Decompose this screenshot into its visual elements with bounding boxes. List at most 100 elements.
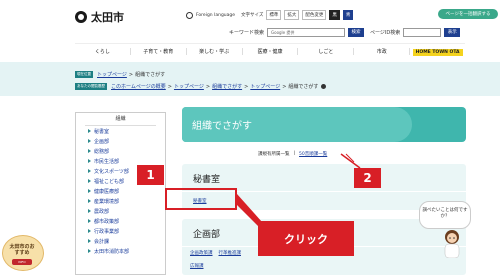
sidebar-list: 秘書室 企画部 総務部 市民生活部 文化スポーツ部 福祉こども部 健康医療部 産… <box>85 125 156 256</box>
arrow-icon <box>88 249 91 253</box>
sidebar-item-gyosei[interactable]: 行政事業部 <box>85 226 156 236</box>
nav-item-shigoto[interactable]: しごと <box>298 48 355 55</box>
page-id-search-label: ページID検索 <box>370 30 401 36</box>
sidebar-item-label: 秘書室 <box>94 128 110 135</box>
arrow-icon <box>88 129 91 133</box>
history-link-top-2[interactable]: トップページ <box>250 83 280 90</box>
arrow-icon <box>88 219 91 223</box>
breadcrumb-separator: > <box>244 83 249 90</box>
kikaku-seisaku-link[interactable]: 企画政策課 <box>190 250 213 256</box>
page-id-search-input[interactable] <box>403 28 442 37</box>
search-row: キーワード検索 Google 提供 検索 ページID検索 表示 <box>229 28 461 37</box>
sidebar-item-label: 行政事業部 <box>94 228 120 235</box>
city-emblem-icon <box>75 11 87 23</box>
sidebar-item-label: 会計課 <box>94 238 110 245</box>
text-size-large-button[interactable]: 拡大 <box>284 10 300 20</box>
chat-helper-avatar-icon[interactable] <box>440 228 464 258</box>
current-location-tag: 現在位置 <box>75 71 93 78</box>
text-size-label: 文字サイズ <box>241 13 264 18</box>
arrow-icon <box>88 159 91 163</box>
nav-item-iryo[interactable]: 医療・健康 <box>243 48 299 55</box>
breadcrumb-separator: > <box>205 83 211 90</box>
arrow-icon <box>88 229 91 233</box>
click-callout: クリック <box>258 221 354 256</box>
site-logo[interactable]: 太田市 <box>75 9 124 25</box>
sidebar-item-kenko[interactable]: 健康医療部 <box>85 186 156 196</box>
history-link-org[interactable]: 組織でさがす <box>212 83 242 90</box>
list-links: 課規有所属一覧 | 50音順課一覧 <box>258 151 327 157</box>
breadcrumb-top-link[interactable]: トップページ <box>97 71 127 78</box>
history-tag: あなたの閲覧履歴 <box>75 83 107 90</box>
sidebar-heading: 組織 <box>115 116 126 122</box>
site-header: 太田市 Foreign language 文字サイズ 標準 拡大 配色変更 黒 … <box>0 0 500 43</box>
sidebar-item-label: 総務部 <box>94 148 110 155</box>
nav-item-kosodate[interactable]: 子育て・教育 <box>131 48 187 55</box>
breadcrumb-area: 現在位置 トップページ > 組織でさがす あなたの閲覧履歴 このホームページの概… <box>0 62 500 96</box>
page-title-banner: 組織でさがす <box>182 107 466 142</box>
logo-text: 太田市 <box>91 11 124 24</box>
page-id-search-button[interactable]: 表示 <box>444 28 461 37</box>
breadcrumb: 現在位置 トップページ > 組織でさがす <box>75 71 165 78</box>
nav-item-tanoshimu[interactable]: 楽しむ・学ぶ <box>187 48 243 55</box>
sidebar-item-nosei[interactable]: 農政部 <box>85 206 156 216</box>
arrow-icon <box>88 209 91 213</box>
list-link-by-code[interactable]: 課規有所属一覧 <box>258 151 290 157</box>
translate-page-button[interactable]: ページを一括翻訳する <box>438 9 498 19</box>
keyword-search-button[interactable]: 検索 <box>348 28 365 37</box>
nav-item-hometown[interactable]: HOME TOWN OTA <box>410 48 465 56</box>
sidebar-item-toshi[interactable]: 都市政策部 <box>85 216 156 226</box>
sidebar-item-hisho[interactable]: 秘書室 <box>85 126 156 136</box>
gyokaku-link[interactable]: 行革推進課 <box>219 250 242 256</box>
sidebar-item-label: 文化スポーツ部 <box>94 168 129 175</box>
sidebar-item-kikaku[interactable]: 企画部 <box>85 136 156 146</box>
color-blue-button[interactable]: 青 <box>342 10 354 20</box>
highlight-box <box>165 188 237 210</box>
breadcrumb-separator: > <box>128 71 134 78</box>
arrow-icon <box>88 179 91 183</box>
nav-item-shisei[interactable]: 市政 <box>354 48 411 55</box>
step-1-badge: 1 <box>137 165 164 185</box>
sidebar-item-label: 健康医療部 <box>94 188 120 195</box>
hometown-badge: HOME TOWN OTA <box>412 48 463 56</box>
step-2-badge: 2 <box>354 168 381 188</box>
chat-helper-bubble[interactable]: 調べたいことは何ですか？ <box>419 201 471 229</box>
arrow-icon <box>88 199 91 203</box>
breadcrumb-current: 組織でさがす <box>135 72 166 78</box>
history-link-top[interactable]: トップページ <box>174 83 204 90</box>
globe-icon <box>186 11 193 19</box>
section-title: 秘書室 <box>193 175 221 185</box>
sidebar-item-shobo[interactable]: 太田市消防本部 <box>85 246 156 256</box>
arrow-icon <box>88 239 91 243</box>
clear-history-icon[interactable] <box>321 84 327 89</box>
text-size-standard-button[interactable]: 標準 <box>266 10 282 20</box>
keyword-search-input[interactable]: Google 提供 <box>267 28 346 37</box>
global-nav: くらし 子育て・教育 楽しむ・学ぶ 医療・健康 しごと 市政 HOME TOWN… <box>75 43 465 59</box>
sidebar-item-label: 太田市消防本部 <box>94 248 130 255</box>
history-current: 組織でさがす <box>288 84 319 90</box>
nav-item-kurashi[interactable]: くらし <box>75 48 131 55</box>
org-sidebar: 組織 秘書室 企画部 総務部 市民生活部 文化スポーツ部 福祉こども部 健康医療… <box>75 112 166 275</box>
utility-bar: Foreign language 文字サイズ 標準 拡大 配色変更 黒 青 ペー… <box>186 9 498 20</box>
koho-link[interactable]: 広報課 <box>190 263 204 269</box>
arrow-icon <box>88 139 91 143</box>
sidebar-item-label: 福祉こども部 <box>94 178 125 185</box>
sidebar-item-sangyo[interactable]: 産業環境部 <box>85 196 156 206</box>
recommend-text: 太田市のおすすめ <box>9 244 35 256</box>
sidebar-item-kaikei[interactable]: 会計課 <box>85 236 156 246</box>
history-breadcrumb: あなたの閲覧履歴 このホームページの概要 > トップページ > 組織でさがす >… <box>75 83 327 90</box>
sidebar-item-somu[interactable]: 総務部 <box>85 146 156 156</box>
section-title: 企画部 <box>193 230 221 240</box>
sidebar-item-label: 農政部 <box>94 208 110 215</box>
history-link-overview[interactable]: このホームページの概要 <box>111 83 166 90</box>
list-link-aiueo[interactable]: 50音順課一覧 <box>299 151 327 157</box>
sidebar-item-label: 産業環境部 <box>94 198 120 205</box>
arrow-icon <box>88 169 91 173</box>
keyword-search-label: キーワード検索 <box>229 30 265 36</box>
arrow-head-2 <box>345 153 355 163</box>
breadcrumb-separator: > <box>167 83 172 90</box>
arrow-icon <box>88 189 91 193</box>
color-black-button[interactable]: 黒 <box>329 10 340 20</box>
color-change-label: 配色変更 <box>302 10 327 20</box>
foreign-language-link[interactable]: Foreign language <box>196 13 235 18</box>
recommend-sub: INFO <box>12 259 32 265</box>
